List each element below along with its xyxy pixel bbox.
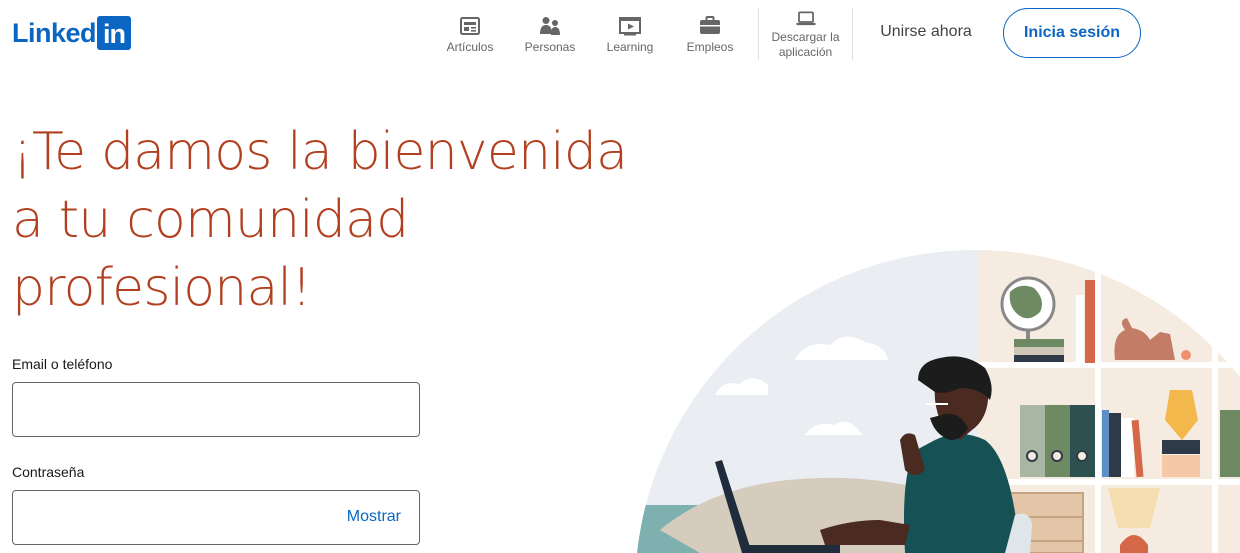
nav-item-download-app[interactable]: Descargar la aplicación [758,8,853,60]
password-label: Contraseña [12,464,85,480]
top-nav-bar: Linked in Artículos Personas Learning Em… [0,0,1240,64]
nav-label-download-line1: Descargar la [771,30,840,44]
articles-icon [460,17,480,35]
password-field-wrapper: Mostrar [12,490,420,545]
hero-illustration [635,250,1240,553]
nav-item-people[interactable]: Personas [510,8,590,60]
people-icon [540,17,560,35]
nav-label-jobs: Empleos [686,40,734,54]
learning-icon [619,17,641,36]
laptop-icon [795,11,816,26]
nav-label-people: Personas [524,40,576,54]
hero-title-line2: a tu comunidad [12,190,409,250]
sign-in-button[interactable]: Inicia sesión [1003,8,1141,58]
linkedin-logo[interactable]: Linked in [12,16,132,50]
hero-title-line3: profesional! [12,258,312,318]
nav-item-learning[interactable]: Learning [590,8,670,60]
nav-label-download-line2: aplicación [778,45,833,59]
show-password-button[interactable]: Mostrar [347,508,401,526]
email-input[interactable] [13,383,419,436]
logo-in-box: in [97,16,132,50]
join-now-link[interactable]: Unirse ahora [866,19,986,45]
nav-label-articles: Artículos [446,40,494,54]
nav-item-jobs[interactable]: Empleos [670,8,750,60]
email-field-wrapper [12,382,420,437]
hero-title: ¡Te damos la bienvenida a tu comunidad p… [12,118,628,322]
nav-label-learning: Learning [606,40,654,54]
hero-title-line1: ¡Te damos la bienvenida [12,122,628,182]
main-nav: Artículos Personas Learning Empleos Desc… [430,8,853,60]
email-label: Email o teléfono [12,356,113,372]
logo-wordmark: Linked [12,18,97,48]
briefcase-icon [700,16,720,34]
nav-item-articles[interactable]: Artículos [430,8,510,60]
